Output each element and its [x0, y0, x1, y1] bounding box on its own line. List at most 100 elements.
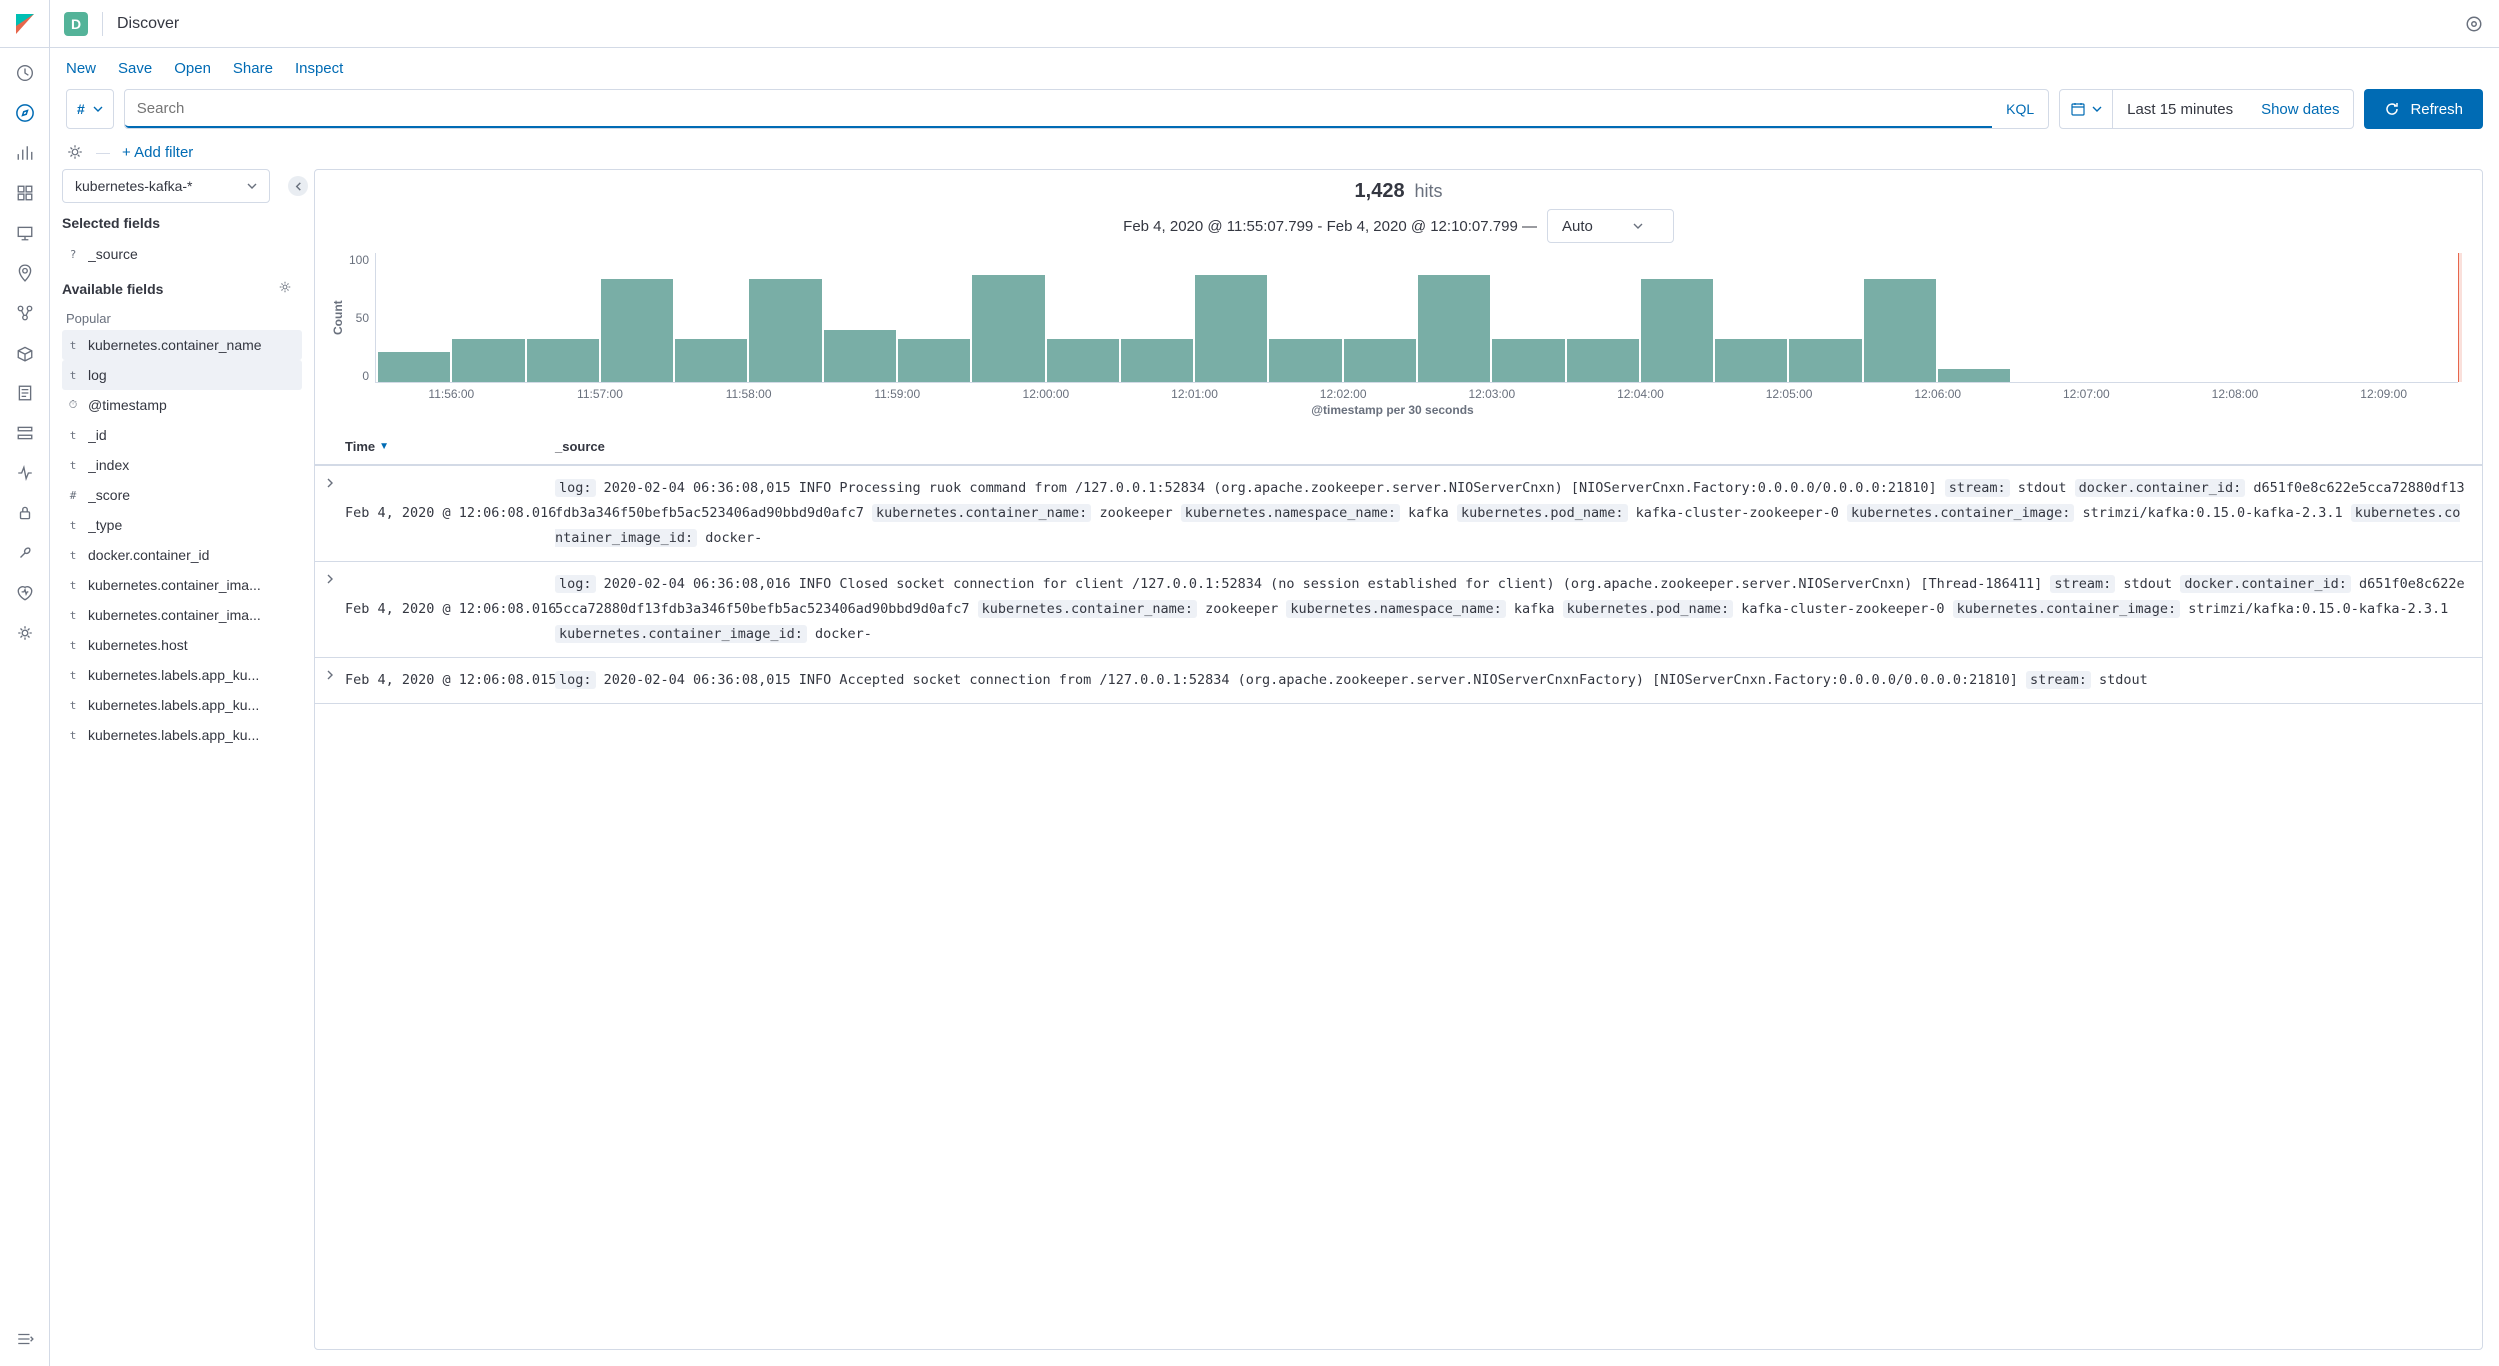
histogram-bar[interactable]	[1492, 339, 1564, 382]
field-item[interactable]: tkubernetes.labels.app_ku...	[62, 720, 302, 750]
histogram-bar[interactable]	[675, 339, 747, 382]
selected-fields-title: Selected fields	[62, 215, 308, 231]
field-type-icon: ?	[66, 248, 80, 261]
histogram-bar[interactable]	[452, 339, 524, 382]
collapse-fields-button[interactable]	[288, 176, 308, 196]
histogram-chart[interactable]: Count 100500 11:56:0011:57:0011:58:0011:…	[315, 253, 2482, 417]
histogram-bar[interactable]	[1567, 339, 1639, 382]
field-item[interactable]: ⏱@timestamp	[62, 390, 302, 420]
nav-siem-icon[interactable]	[14, 502, 36, 524]
chevron-down-icon	[93, 104, 103, 114]
field-item[interactable]: tlog	[62, 360, 302, 390]
filter-options-icon[interactable]	[66, 143, 84, 161]
histogram-bar[interactable]	[601, 279, 673, 382]
source-field-key: kubernetes.namespace_name:	[1181, 504, 1400, 522]
fields-settings-icon[interactable]	[278, 280, 292, 294]
histogram-bar[interactable]	[1864, 279, 1936, 382]
source-field-key: docker.container_id:	[2180, 575, 2351, 593]
field-item[interactable]: ?_source	[62, 239, 302, 269]
nav-infra-icon[interactable]	[14, 342, 36, 364]
histogram-bar[interactable]	[527, 339, 599, 382]
nav-uptime-icon[interactable]	[14, 462, 36, 484]
inspect-link[interactable]: Inspect	[295, 60, 343, 77]
interval-select[interactable]: Auto	[1547, 209, 1674, 243]
field-type-icon: t	[66, 369, 80, 382]
source-field-key: log:	[555, 671, 596, 689]
histogram-bar[interactable]	[1121, 339, 1193, 382]
histogram-bar[interactable]	[1195, 275, 1267, 383]
histogram-bar[interactable]	[898, 339, 970, 382]
field-item[interactable]: tkubernetes.container_name	[62, 330, 302, 360]
kql-toggle[interactable]: KQL	[1992, 101, 2048, 117]
collapse-nav-icon[interactable]	[14, 1328, 36, 1350]
chevron-left-icon	[294, 182, 303, 191]
new-link[interactable]: New	[66, 60, 96, 77]
histogram-bar[interactable]	[1938, 369, 2010, 382]
field-item[interactable]: tkubernetes.container_ima...	[62, 570, 302, 600]
source-field-value: strimzi/kafka:0.15.0-kafka-2.3.1	[2074, 505, 2350, 521]
field-item[interactable]: tkubernetes.labels.app_ku...	[62, 690, 302, 720]
nav-dev-tools-icon[interactable]	[14, 542, 36, 564]
nav-canvas-icon[interactable]	[14, 222, 36, 244]
histogram-bar[interactable]	[824, 330, 896, 382]
index-pattern-select[interactable]: kubernetes-kafka-*	[62, 169, 270, 203]
histogram-bar[interactable]	[972, 275, 1044, 383]
histogram-bar[interactable]	[1789, 339, 1861, 382]
field-item[interactable]: t_id	[62, 420, 302, 450]
time-label[interactable]: Last 15 minutes	[2113, 101, 2247, 118]
breadcrumb[interactable]: Discover	[117, 15, 179, 33]
histogram-bar[interactable]	[1715, 339, 1787, 382]
nav-logs-icon[interactable]	[14, 382, 36, 404]
nav-visualize-icon[interactable]	[14, 142, 36, 164]
expand-row-button[interactable]	[325, 574, 335, 647]
source-field-value: kafka	[1506, 601, 1563, 617]
field-item[interactable]: t_index	[62, 450, 302, 480]
expand-row-button[interactable]	[325, 478, 335, 551]
histogram-bar[interactable]	[1047, 339, 1119, 382]
add-filter-button[interactable]: + Add filter	[122, 144, 193, 161]
field-item[interactable]: tkubernetes.labels.app_ku...	[62, 660, 302, 690]
calendar-icon	[2070, 101, 2086, 117]
histogram-bar[interactable]	[749, 279, 821, 382]
nav-monitoring-icon[interactable]	[14, 582, 36, 604]
refresh-button[interactable]: Refresh	[2364, 89, 2483, 129]
histogram-bar[interactable]	[1344, 339, 1416, 382]
field-item[interactable]: tdocker.container_id	[62, 540, 302, 570]
nav-recent-icon[interactable]	[14, 62, 36, 84]
histogram-bar[interactable]	[1641, 279, 1713, 382]
show-dates-button[interactable]: Show dates	[2247, 101, 2353, 118]
nav-discover-icon[interactable]	[14, 102, 36, 124]
field-item[interactable]: tkubernetes.container_ima...	[62, 600, 302, 630]
available-fields-title: Available fields	[62, 281, 163, 297]
field-type-icon: t	[66, 429, 80, 442]
space-badge[interactable]: D	[64, 12, 88, 36]
nav-management-icon[interactable]	[14, 622, 36, 644]
logo-cell[interactable]	[0, 0, 50, 47]
column-time-header[interactable]: Time ▼	[345, 439, 555, 454]
newsfeed-icon[interactable]	[2465, 15, 2483, 33]
saved-query-button[interactable]: #	[66, 89, 114, 129]
column-source-header[interactable]: _source	[555, 439, 2482, 454]
histogram-bar[interactable]	[1418, 275, 1490, 383]
save-link[interactable]: Save	[118, 60, 152, 77]
time-quick-select[interactable]	[2060, 90, 2113, 128]
nav-maps-icon[interactable]	[14, 262, 36, 284]
field-item[interactable]: tkubernetes.host	[62, 630, 302, 660]
index-pattern-label: kubernetes-kafka-*	[75, 178, 193, 194]
histogram-bar[interactable]	[378, 352, 450, 382]
field-name: kubernetes.host	[88, 637, 188, 653]
search-input[interactable]	[125, 90, 1992, 126]
share-link[interactable]: Share	[233, 60, 273, 77]
field-item[interactable]: #_score	[62, 480, 302, 510]
nav-apm-icon[interactable]	[14, 422, 36, 444]
y-axis-label: Count	[327, 253, 349, 383]
nav-ml-icon[interactable]	[14, 302, 36, 324]
nav-dashboard-icon[interactable]	[14, 182, 36, 204]
histogram-bar[interactable]	[1269, 339, 1341, 382]
row-source: log: 2020-02-04 06:36:08,015 INFO Proces…	[555, 476, 2482, 551]
field-item[interactable]: t_type	[62, 510, 302, 540]
source-field-key: stream:	[2050, 575, 2115, 593]
expand-row-button[interactable]	[325, 670, 335, 693]
open-link[interactable]: Open	[174, 60, 211, 77]
source-field-value: kafka	[1400, 505, 1457, 521]
